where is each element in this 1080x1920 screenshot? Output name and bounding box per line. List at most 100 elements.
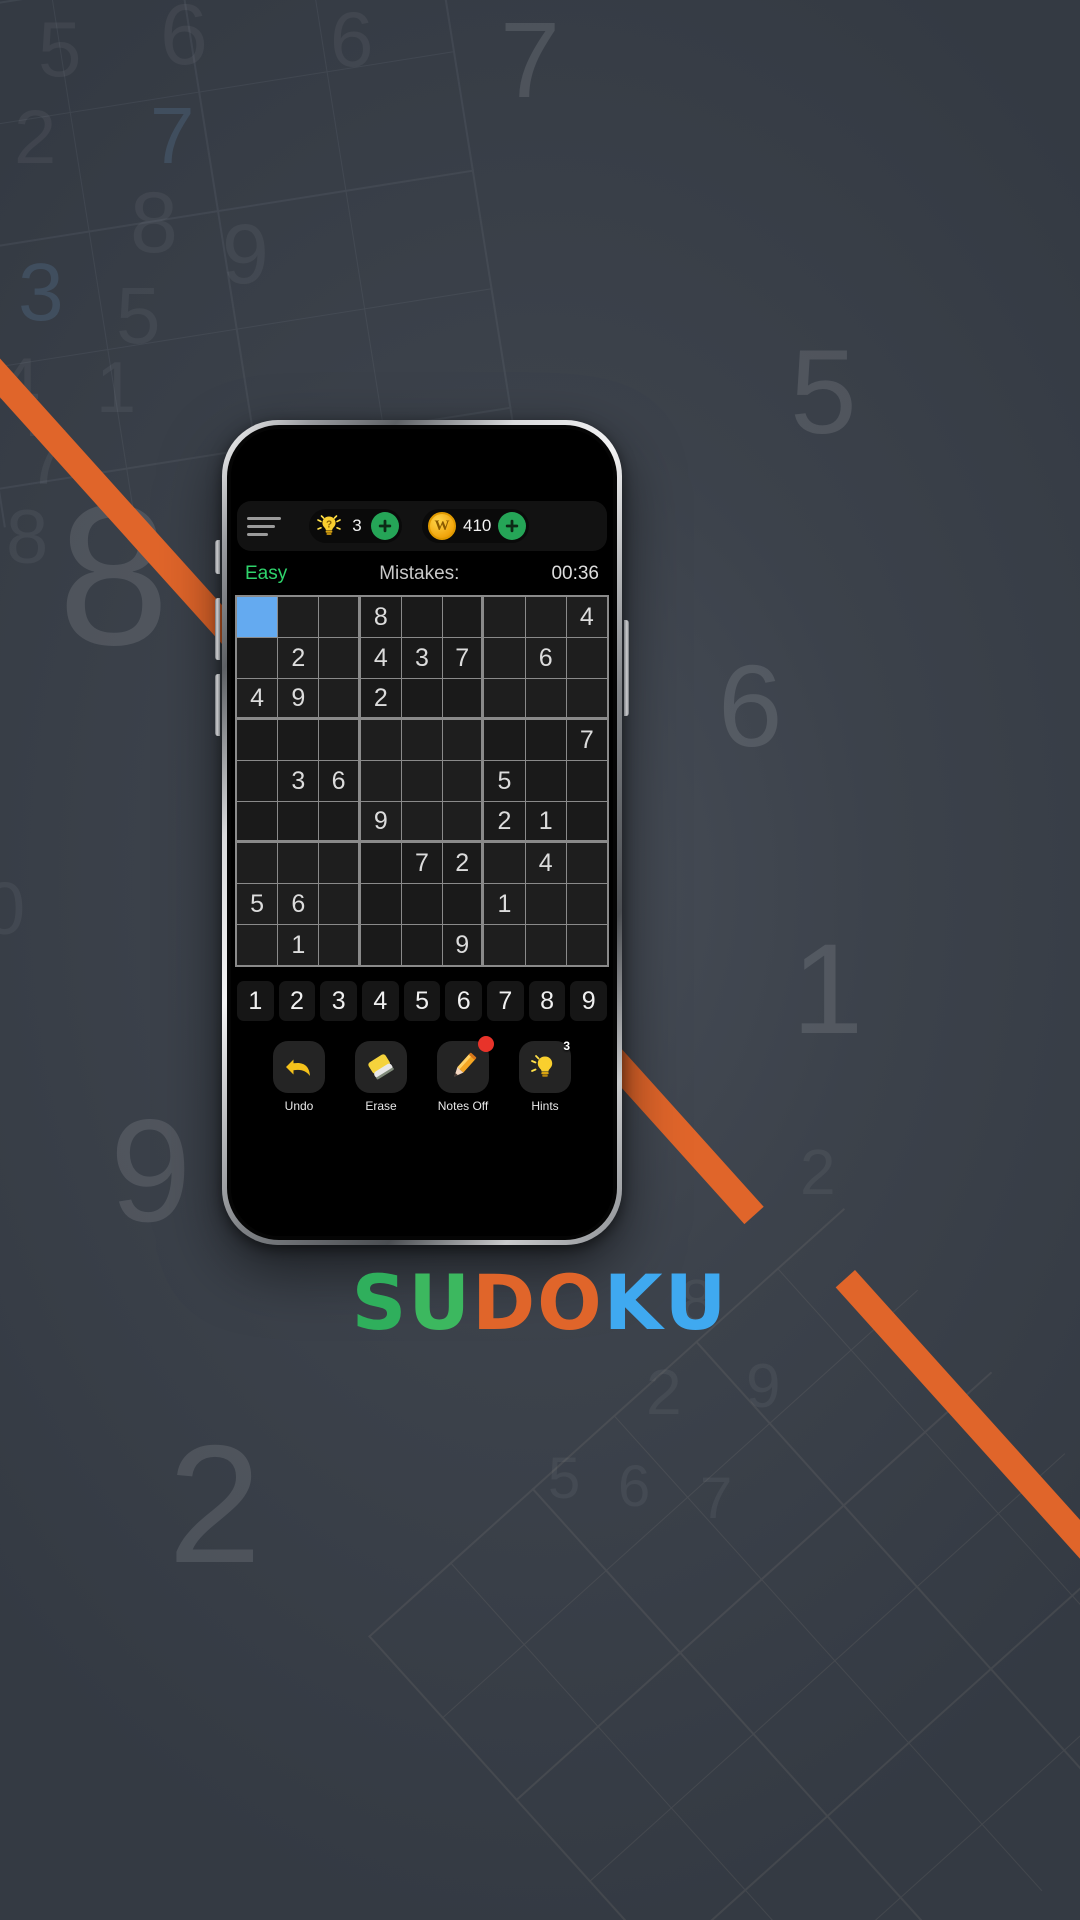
sudoku-cell-r1c4[interactable]: 8 — [360, 597, 401, 637]
sudoku-cell-r3c4[interactable]: 2 — [360, 679, 401, 719]
sudoku-cell-r7c6[interactable]: 2 — [443, 843, 484, 883]
sudoku-cell-r9c5[interactable] — [401, 925, 443, 965]
sudoku-cell-r1c5[interactable] — [401, 597, 443, 637]
sudoku-cell-r7c1[interactable] — [237, 843, 278, 883]
sudoku-cell-r1c8[interactable] — [525, 597, 566, 637]
sudoku-cell-r6c8[interactable]: 1 — [525, 802, 566, 842]
sudoku-cell-r2c4[interactable]: 4 — [360, 638, 401, 678]
sudoku-cell-r7c7[interactable] — [484, 843, 525, 883]
sudoku-cell-r5c2[interactable]: 3 — [278, 761, 319, 801]
sudoku-cell-r7c8[interactable]: 4 — [525, 843, 566, 883]
numpad-key-7[interactable]: 7 — [487, 981, 524, 1021]
sudoku-cell-r6c1[interactable] — [237, 802, 278, 842]
sudoku-cell-r9c8[interactable] — [525, 925, 566, 965]
sudoku-cell-r9c4[interactable] — [360, 925, 401, 965]
sudoku-cell-r9c3[interactable] — [319, 925, 360, 965]
sudoku-cell-r3c6[interactable] — [443, 679, 484, 719]
sudoku-cell-r3c7[interactable] — [484, 679, 525, 719]
numpad-key-9[interactable]: 9 — [570, 981, 608, 1021]
sudoku-cell-r4c5[interactable] — [401, 720, 443, 760]
sudoku-cell-r3c2[interactable]: 9 — [278, 679, 319, 719]
sudoku-cell-r6c4[interactable]: 9 — [360, 802, 401, 842]
sudoku-cell-r6c6[interactable] — [443, 802, 484, 842]
numpad-key-2[interactable]: 2 — [278, 981, 316, 1021]
sudoku-cell-r1c3[interactable] — [319, 597, 360, 637]
coin-counter-pill[interactable]: W 410 — [422, 509, 530, 543]
sudoku-cell-r5c1[interactable] — [237, 761, 278, 801]
sudoku-cell-r9c1[interactable] — [237, 925, 278, 965]
sudoku-cell-r6c7[interactable]: 2 — [484, 802, 525, 842]
sudoku-cell-r3c9[interactable] — [566, 679, 607, 719]
add-coins-button[interactable] — [498, 512, 527, 540]
sudoku-cell-r2c9[interactable] — [566, 638, 607, 678]
sudoku-cell-r4c6[interactable] — [443, 720, 484, 760]
sudoku-cell-r4c7[interactable] — [484, 720, 525, 760]
sudoku-cell-r5c9[interactable] — [566, 761, 607, 801]
sudoku-cell-r2c8[interactable]: 6 — [525, 638, 566, 678]
sudoku-cell-r9c7[interactable] — [484, 925, 525, 965]
sudoku-cell-r6c9[interactable] — [566, 802, 607, 842]
sudoku-cell-r3c3[interactable] — [319, 679, 360, 719]
sudoku-cell-r2c7[interactable] — [484, 638, 525, 678]
sudoku-cell-r8c3[interactable] — [319, 884, 360, 924]
numpad-key-4[interactable]: 4 — [362, 981, 399, 1021]
sudoku-cell-r2c3[interactable] — [319, 638, 360, 678]
action-button-notes-off[interactable]: Notes Off — [434, 1036, 494, 1113]
sudoku-cell-r9c6[interactable]: 9 — [443, 925, 484, 965]
sudoku-board[interactable]: 8424376492736592172456119 — [235, 595, 609, 967]
sudoku-cell-r2c1[interactable] — [237, 638, 278, 678]
action-button-undo[interactable]: Undo — [270, 1041, 328, 1113]
sudoku-cell-r8c2[interactable]: 6 — [278, 884, 319, 924]
sudoku-cell-r4c1[interactable] — [237, 720, 278, 760]
action-button-hints[interactable]: 3 Hints — [516, 1039, 574, 1113]
sudoku-cell-r1c1[interactable] — [237, 597, 278, 637]
numpad-key-3[interactable]: 3 — [320, 981, 358, 1021]
sudoku-cell-r2c5[interactable]: 3 — [401, 638, 443, 678]
sudoku-cell-r1c9[interactable]: 4 — [566, 597, 607, 637]
sudoku-cell-r8c9[interactable] — [566, 884, 607, 924]
numpad-key-8[interactable]: 8 — [528, 981, 566, 1021]
sudoku-cell-r8c7[interactable]: 1 — [484, 884, 525, 924]
sudoku-cell-r5c4[interactable] — [360, 761, 401, 801]
sudoku-cell-r7c2[interactable] — [278, 843, 319, 883]
sudoku-cell-r4c9[interactable]: 7 — [566, 720, 607, 760]
sudoku-cell-r5c3[interactable]: 6 — [319, 761, 360, 801]
sudoku-cell-r8c1[interactable]: 5 — [237, 884, 278, 924]
hamburger-menu-icon[interactable] — [247, 516, 281, 536]
sudoku-cell-r4c4[interactable] — [360, 720, 401, 760]
sudoku-cell-r5c6[interactable] — [443, 761, 484, 801]
sudoku-cell-r3c5[interactable] — [401, 679, 443, 719]
sudoku-cell-r5c8[interactable] — [525, 761, 566, 801]
sudoku-cell-r8c4[interactable] — [360, 884, 401, 924]
sudoku-cell-r6c2[interactable] — [278, 802, 319, 842]
sudoku-cell-r8c6[interactable] — [443, 884, 484, 924]
sudoku-cell-r3c1[interactable]: 4 — [237, 679, 278, 719]
sudoku-cell-r2c2[interactable]: 2 — [278, 638, 319, 678]
sudoku-cell-r8c5[interactable] — [401, 884, 443, 924]
sudoku-cell-r5c7[interactable]: 5 — [484, 761, 525, 801]
action-button-erase[interactable]: Erase — [352, 1041, 410, 1113]
number-pad[interactable]: 123456789 — [231, 967, 613, 1027]
sudoku-cell-r2c6[interactable]: 7 — [443, 638, 484, 678]
sudoku-cell-r1c2[interactable] — [278, 597, 319, 637]
numpad-key-1[interactable]: 1 — [237, 981, 274, 1021]
sudoku-cell-r7c5[interactable]: 7 — [401, 843, 443, 883]
sudoku-cell-r7c3[interactable] — [319, 843, 360, 883]
sudoku-cell-r8c8[interactable] — [525, 884, 566, 924]
sudoku-cell-r9c2[interactable]: 1 — [278, 925, 319, 965]
sudoku-cell-r4c3[interactable] — [319, 720, 360, 760]
sudoku-cell-r1c7[interactable] — [484, 597, 525, 637]
numpad-key-5[interactable]: 5 — [403, 981, 441, 1021]
numpad-key-6[interactable]: 6 — [445, 981, 483, 1021]
sudoku-cell-r9c9[interactable] — [566, 925, 607, 965]
hint-counter-pill[interactable]: ? 3 — [309, 509, 402, 543]
sudoku-cell-r7c4[interactable] — [360, 843, 401, 883]
sudoku-cell-r4c2[interactable] — [278, 720, 319, 760]
sudoku-cell-r3c8[interactable] — [525, 679, 566, 719]
sudoku-cell-r6c3[interactable] — [319, 802, 360, 842]
sudoku-cell-r6c5[interactable] — [401, 802, 443, 842]
sudoku-cell-r7c9[interactable] — [566, 843, 607, 883]
sudoku-cell-r1c6[interactable] — [443, 597, 484, 637]
sudoku-cell-r4c8[interactable] — [525, 720, 566, 760]
sudoku-cell-r5c5[interactable] — [401, 761, 443, 801]
